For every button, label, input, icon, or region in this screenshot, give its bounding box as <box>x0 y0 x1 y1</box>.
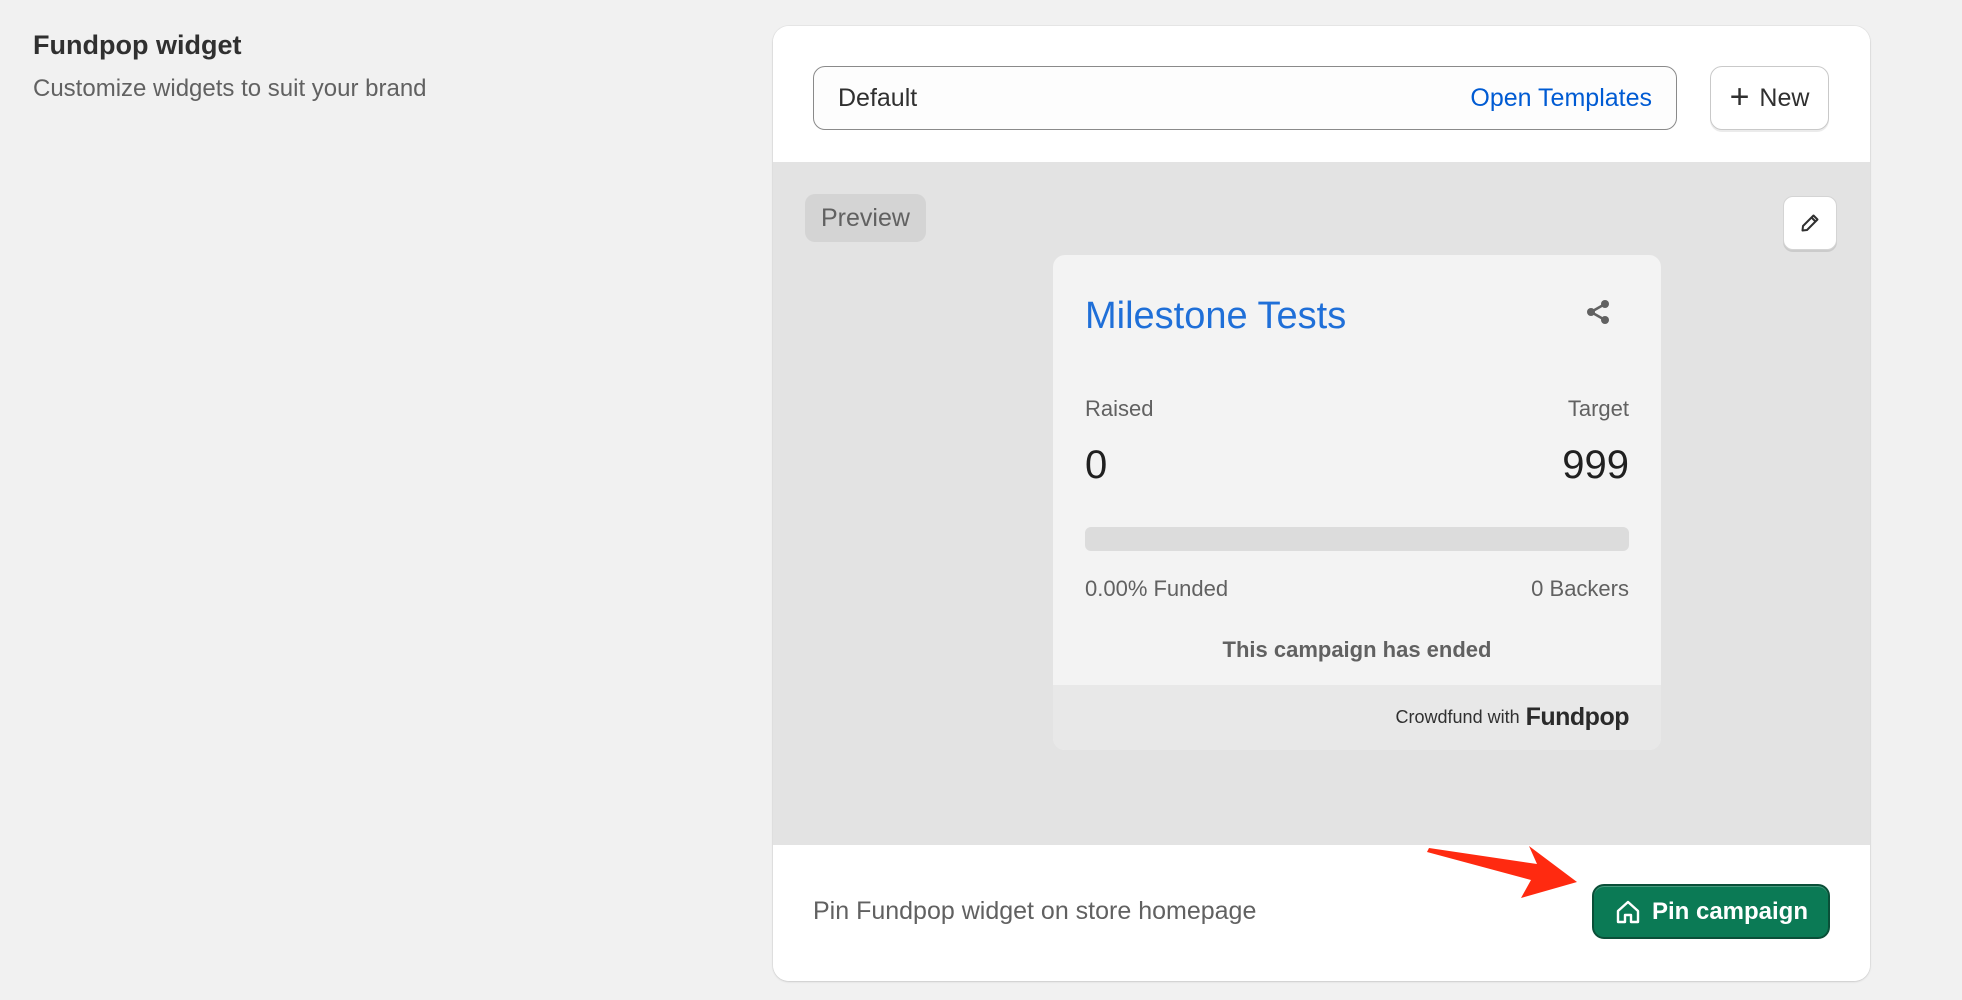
raised-value: 0 <box>1085 443 1108 487</box>
plus-icon: + <box>1729 77 1750 116</box>
home-icon <box>1616 900 1640 923</box>
new-button-label: New <box>1759 83 1810 112</box>
campaign-widget-preview: Milestone Tests Raised Target 0 999 0.00… <box>1053 255 1661 750</box>
backers-count: 0 Backers <box>1531 576 1629 601</box>
widget-settings-card: Default Open Templates + New Preview Mil… <box>773 26 1870 981</box>
pin-description: Pin Fundpop widget on store homepage <box>813 897 1257 925</box>
fundpop-logo[interactable]: Fundpop <box>1526 703 1630 732</box>
preview-badge: Preview <box>805 194 926 242</box>
open-templates-link[interactable]: Open Templates <box>1470 84 1652 113</box>
funding-progress-bar <box>1085 527 1629 551</box>
funded-percent: 0.00% Funded <box>1085 576 1229 601</box>
target-label: Target <box>1567 396 1629 421</box>
share-icon[interactable] <box>1583 297 1613 327</box>
preview-area: Preview Milestone Tests Raised Target 0 … <box>773 162 1870 845</box>
section-subtitle: Customize widgets to suit your brand <box>33 75 427 102</box>
annotation-arrow-icon <box>1427 846 1577 898</box>
campaign-status: This campaign has ended <box>1222 637 1492 662</box>
edit-widget-button[interactable] <box>1783 196 1837 250</box>
section-info: Fundpop widget Customize widgets to suit… <box>33 30 427 103</box>
new-template-button[interactable]: + New <box>1710 66 1829 130</box>
template-bar: Default Open Templates + New <box>773 26 1870 162</box>
template-value: Default <box>838 83 918 112</box>
powered-by-text: Crowdfund with <box>1395 707 1520 727</box>
section-title: Fundpop widget <box>33 30 242 60</box>
template-selector[interactable]: Default Open Templates <box>813 66 1677 130</box>
pin-campaign-button[interactable]: Pin campaign <box>1592 884 1830 939</box>
pin-button-label: Pin campaign <box>1651 897 1809 925</box>
pencil-icon <box>1801 214 1819 232</box>
campaign-title[interactable]: Milestone Tests <box>1085 295 1346 338</box>
widget-footer: Crowdfund with Fundpop <box>1053 685 1661 750</box>
raised-label: Raised <box>1085 396 1154 421</box>
target-value: 999 <box>1562 443 1629 487</box>
pin-section: Pin Fundpop widget on store homepage Pin… <box>773 845 1870 981</box>
